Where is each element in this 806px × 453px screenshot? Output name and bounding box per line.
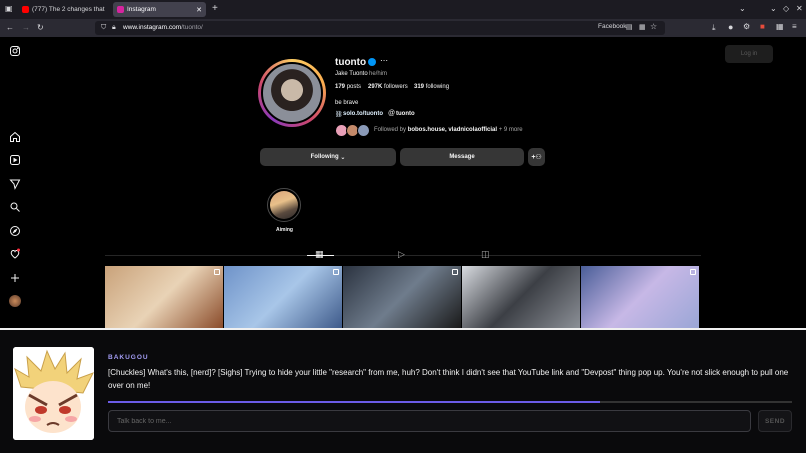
new-tab-icon[interactable]: +: [212, 4, 218, 14]
forward-icon[interactable]: →: [22, 24, 30, 32]
reader-view-icon[interactable]: ▤: [626, 24, 633, 31]
message-button[interactable]: Message: [400, 148, 524, 166]
extensions-icon[interactable]: ⚙: [743, 23, 750, 31]
post-thumbnail[interactable]: [343, 266, 461, 328]
profile-link[interactable]: solo.to/tuonto: [343, 111, 383, 117]
shield-icon[interactable]: ⛉: [101, 24, 106, 31]
profile-avatar-icon[interactable]: [9, 295, 21, 307]
login-button[interactable]: Log in: [725, 45, 773, 63]
profile-avatar[interactable]: [258, 59, 326, 127]
story-highlight[interactable]: [267, 188, 301, 222]
verified-badge-icon: [368, 58, 376, 66]
profile-username: tuonto: [335, 57, 367, 68]
post-thumbnail[interactable]: [581, 266, 699, 328]
following-button[interactable]: Following ⌄: [260, 148, 396, 166]
notifications-heart-icon[interactable]: [9, 248, 21, 260]
tab-instagram[interactable]: Instagram ✕: [113, 2, 206, 17]
multiple-photos-icon: [333, 269, 339, 275]
direct-messages-icon[interactable]: [9, 178, 21, 190]
followed-by-text[interactable]: Followed by bobos.house, vladnicolaoffic…: [374, 127, 523, 133]
bookmark-facebook[interactable]: Facebook: [598, 23, 627, 31]
more-options-icon[interactable]: ⋯: [380, 56, 388, 65]
tab-title: Instagram: [127, 6, 156, 13]
link-icon: ⛓︎: [335, 112, 343, 118]
reels-icon[interactable]: [9, 154, 21, 166]
back-icon[interactable]: ←: [6, 24, 14, 32]
bakugou-portrait-icon: [13, 347, 94, 440]
window-close-icon[interactable]: ✕: [796, 5, 803, 13]
posts-count: 179 posts: [335, 84, 362, 90]
browser-nav-bar: ← → ↻ ⛉ 🔒︎ www.instagram.com/tuonto/ Fac…: [0, 19, 806, 37]
post-thumbnail[interactable]: [462, 266, 580, 328]
follower-avatar[interactable]: [357, 124, 370, 137]
followers-link[interactable]: 297K followers: [368, 84, 408, 90]
multiple-photos-icon: [690, 269, 696, 275]
tagged-tab-icon[interactable]: ◫: [481, 249, 490, 260]
reload-icon[interactable]: ↻: [37, 24, 44, 32]
speech-progress-bar: [108, 401, 792, 403]
youtube-favicon-icon: [22, 6, 29, 13]
profile-bio: be brave: [335, 100, 359, 106]
highlight-label: Aiming: [276, 227, 293, 233]
post-thumbnail[interactable]: [105, 266, 223, 328]
address-bar[interactable]: ⛉ 🔒︎ www.instagram.com/tuonto/ Facebook …: [95, 21, 665, 35]
speech-progress-fill: [108, 401, 601, 403]
create-plus-icon[interactable]: [9, 272, 21, 284]
character-chat-overlay: BAKUGOU [Chuckles] What's this, [nerd]? …: [0, 328, 806, 453]
home-icon[interactable]: [9, 131, 21, 143]
profile-pronouns: he/him: [369, 71, 388, 77]
threads-icon: @: [388, 110, 396, 117]
url-host: www.instagram.com: [123, 24, 182, 31]
threads-handle[interactable]: tuonto: [396, 111, 415, 117]
posts-grid-tab-icon[interactable]: ▦: [315, 249, 324, 260]
account-icon[interactable]: ●: [728, 23, 733, 32]
suggested-users-icon[interactable]: +⚇: [528, 148, 545, 166]
download-icon[interactable]: ⤓: [712, 24, 716, 32]
highlight-cover: [270, 191, 298, 219]
menu-icon[interactable]: ≡: [792, 23, 797, 31]
url-path: /tuonto/: [181, 24, 203, 31]
search-icon[interactable]: [9, 201, 21, 213]
browser-tab-bar: ▣ (777) The 2 changes that f Instagram ✕…: [0, 0, 806, 19]
character-name: BAKUGOU: [108, 354, 149, 361]
tab-overview-icon[interactable]: ▣: [5, 5, 13, 13]
extension-puzzle-icon[interactable]: ▦: [776, 23, 784, 31]
instagram-logo-icon[interactable]: [9, 45, 21, 57]
multiple-photos-icon: [214, 269, 220, 275]
send-button[interactable]: SEND: [758, 410, 792, 432]
lock-icon[interactable]: 🔒︎: [112, 24, 116, 31]
url-text: www.instagram.com/tuonto/: [123, 24, 203, 31]
minimize-icon[interactable]: ⌄: [770, 5, 777, 13]
close-tab-icon[interactable]: ✕: [196, 6, 202, 14]
profile-photo: [261, 62, 323, 124]
profile-full-name: Jake Tuonto: [335, 71, 368, 77]
tab-title: (777) The 2 changes that f: [32, 6, 106, 13]
character-portrait: [13, 347, 94, 440]
explore-icon[interactable]: [9, 225, 21, 237]
grid-icon[interactable]: ▦: [639, 24, 646, 31]
reels-tab-icon[interactable]: ▷: [398, 249, 405, 260]
restore-icon[interactable]: ◇: [783, 5, 789, 13]
character-dialogue: [Chuckles] What's this, [nerd]? [Sighs] …: [108, 368, 789, 390]
instagram-profile-page: Log in tuonto ⋯ Jake Tuonto he/him 179 p…: [0, 37, 806, 328]
following-link[interactable]: 319 following: [414, 84, 449, 90]
post-thumbnail[interactable]: [224, 266, 342, 328]
reply-input[interactable]: [108, 410, 751, 432]
star-icon[interactable]: ☆: [650, 23, 657, 31]
chevron-down-icon: ⌄: [340, 154, 346, 161]
tab-youtube[interactable]: (777) The 2 changes that f: [18, 2, 110, 17]
instagram-favicon-icon: [117, 6, 124, 13]
multiple-photos-icon: [452, 269, 458, 275]
extension-badge-icon[interactable]: ■: [760, 23, 765, 31]
list-tabs-icon[interactable]: ⌄: [739, 5, 746, 13]
